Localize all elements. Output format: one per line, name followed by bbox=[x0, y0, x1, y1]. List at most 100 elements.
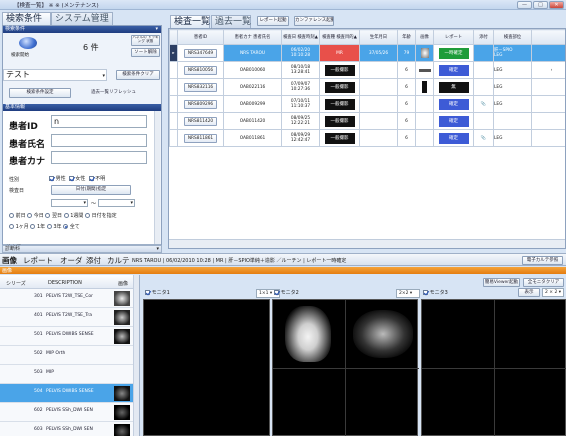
cell-extra: › bbox=[531, 61, 565, 79]
row-indicator bbox=[169, 112, 178, 130]
radio-prev-day[interactable] bbox=[9, 213, 14, 218]
simple-viewer-button[interactable]: 簡易Viewer起動 bbox=[483, 278, 520, 287]
series-list: シリーズ DESCRIPTION 画像 301 PELVIS T2W_TSE_Co… bbox=[0, 275, 140, 436]
sex-female-checkbox[interactable] bbox=[68, 176, 74, 181]
radio-three-years[interactable] bbox=[46, 224, 52, 229]
table-row[interactable]: NRS832116 OAB022116 07/09/07 10:27:36 一般撮… bbox=[169, 78, 565, 96]
date-range-button[interactable]: 日付(期間)指定 bbox=[51, 185, 131, 195]
radio-one-month[interactable] bbox=[9, 224, 14, 229]
basic-info-scrollbar[interactable] bbox=[154, 111, 160, 244]
sex-male-checkbox[interactable] bbox=[49, 176, 54, 181]
radio-one-week[interactable] bbox=[63, 213, 69, 218]
maximize-button[interactable]: □ bbox=[533, 1, 548, 9]
patient-id-input[interactable]: n bbox=[51, 115, 147, 128]
radio-next-day[interactable] bbox=[45, 213, 51, 218]
paperclip-icon[interactable]: 📎 bbox=[473, 95, 494, 113]
report-launch-button[interactable]: レポート起動 bbox=[257, 16, 289, 26]
header-attach[interactable]: 添付 bbox=[473, 29, 494, 45]
monitor-2-checkbox[interactable] bbox=[274, 290, 279, 295]
patient-kana-input[interactable] bbox=[51, 151, 147, 164]
exam-list-panel: 患者ID 患者カナ 患者氏名 検査日 検査時刻▲ 検査種 検査目的▲ 生年月日 … bbox=[168, 28, 566, 249]
cell-attach bbox=[473, 78, 494, 96]
tab-search-conditions[interactable]: 検索条件 bbox=[2, 12, 51, 25]
list-item[interactable]: 503 MIP bbox=[0, 365, 139, 384]
dock-panel-button[interactable]: パネルの ドッキング 状態 bbox=[131, 35, 160, 46]
radio-today[interactable] bbox=[27, 213, 33, 218]
list-item[interactable]: 401 PELVIS T2W_TSE_Tra bbox=[0, 308, 139, 327]
list-item[interactable]: 602 PELVIS SSh_DWI SEN bbox=[0, 403, 139, 422]
header-patient-id[interactable]: 患者ID bbox=[177, 29, 224, 45]
monitor-3-viewport[interactable] bbox=[421, 299, 566, 436]
conference-launch-button[interactable]: カンファレンス起動 bbox=[294, 16, 334, 26]
cell-patient-id: NRS811420 bbox=[177, 112, 224, 130]
clear-monitors-button[interactable]: 全モニタクリア bbox=[523, 278, 564, 287]
search-start-label[interactable]: 検索開始 bbox=[11, 52, 29, 58]
image-thumb-icon[interactable] bbox=[415, 78, 434, 96]
past-refresh-link[interactable]: 過去一覧リフレッシュ bbox=[91, 89, 136, 95]
search-start-icon[interactable] bbox=[19, 37, 37, 49]
header-patient-name[interactable]: 患者カナ 患者氏名 bbox=[223, 29, 282, 45]
cell-exam-date: 08/09/29 12:42:47 bbox=[281, 129, 320, 147]
tab-order[interactable]: オーダ bbox=[60, 255, 83, 266]
table-row[interactable]: NRS810056 OAB010060 08/10/18 13:28:41 一般撮… bbox=[169, 61, 565, 79]
paperclip-icon[interactable]: 📎 bbox=[473, 129, 494, 147]
monitor-3-checkbox[interactable] bbox=[423, 290, 428, 295]
image-thumb-icon[interactable] bbox=[415, 61, 434, 79]
image-thumb-icon[interactable] bbox=[415, 95, 434, 113]
radio-specify-date[interactable] bbox=[84, 213, 90, 218]
table-row[interactable]: NRS811420 OAB011420 08/09/25 12:22:21 一般撮… bbox=[169, 112, 565, 130]
cell-exam-date: 07/09/07 10:27:36 bbox=[281, 78, 320, 96]
minimize-button[interactable]: — bbox=[517, 1, 532, 9]
preset-select[interactable]: テスト ▾ bbox=[3, 69, 107, 81]
table-row[interactable]: NRS809296 OAB009299 07/10/11 11:10:37 一般撮… bbox=[169, 95, 565, 113]
header-exam-date[interactable]: 検査日 検査時刻▲ bbox=[281, 29, 320, 45]
image-thumb-icon[interactable] bbox=[415, 112, 434, 130]
sex-options: 男性 女性 不明 bbox=[49, 175, 105, 182]
date-to-select[interactable]: ▾ bbox=[98, 199, 135, 207]
list-item[interactable]: 603 PELVIS SSh_DWI SEN bbox=[0, 422, 139, 436]
list-item[interactable]: 301 PELVIS T2W_TSE_Cor bbox=[0, 289, 139, 308]
header-exam-site[interactable]: 検査部位 bbox=[493, 29, 532, 45]
monitor-3-toolbar: モニタ3 bbox=[421, 289, 516, 298]
monitor-1-viewport[interactable] bbox=[143, 299, 270, 436]
image-thumb-icon[interactable] bbox=[415, 129, 434, 147]
condition-clear-button[interactable]: 検索条件クリア bbox=[116, 70, 160, 80]
tab-past-list[interactable]: 過去一覧 bbox=[211, 15, 251, 28]
date-from-select[interactable]: ▾ bbox=[51, 199, 88, 207]
sort-clear-button[interactable]: ソート解除 bbox=[131, 48, 160, 57]
monitor-1-checkbox[interactable] bbox=[145, 290, 150, 295]
header-age[interactable]: 年齢 bbox=[397, 29, 416, 45]
sex-unknown-checkbox[interactable] bbox=[88, 176, 94, 181]
tab-attach[interactable]: 添付 bbox=[86, 255, 101, 266]
image-thumb-icon[interactable] bbox=[415, 44, 434, 62]
radio-all[interactable] bbox=[63, 224, 69, 229]
list-item[interactable]: 502 MIP Orth bbox=[0, 346, 139, 365]
tab-image[interactable]: 画像 bbox=[2, 255, 17, 266]
radio-one-year[interactable] bbox=[30, 224, 36, 229]
set-condition-button[interactable]: 検索条件設定 bbox=[9, 88, 71, 98]
series-scrollbar[interactable] bbox=[133, 275, 139, 436]
table-row[interactable]: ▸ NRS347649 NRS TAROU 06/02/20 10:10:28 M… bbox=[169, 44, 565, 62]
series-thumbnail bbox=[114, 310, 130, 325]
tab-system-management[interactable]: システム管理 bbox=[51, 12, 113, 25]
monitor-2-viewport[interactable] bbox=[272, 299, 419, 436]
tab-chart[interactable]: カルテ bbox=[107, 255, 130, 266]
table-hscrollbar[interactable] bbox=[169, 239, 565, 248]
list-item-selected[interactable]: 504 PELVIS DWIBS SENSE bbox=[0, 384, 139, 403]
display-button[interactable]: 表示 bbox=[518, 288, 540, 297]
header-birthdate[interactable]: 生年月日 bbox=[359, 29, 398, 45]
monitor-3-layout[interactable]: 2×2 ▾ bbox=[396, 289, 420, 298]
ekarte-button[interactable]: 電子カルテ参照 bbox=[522, 256, 563, 265]
list-item[interactable]: 501 PELVIS DWIBS SENSE bbox=[0, 327, 139, 346]
close-button[interactable]: ✕ bbox=[549, 1, 564, 9]
tab-report[interactable]: レポート bbox=[23, 255, 53, 266]
header-exam-type[interactable]: 検査種 検査目的▲ bbox=[319, 29, 360, 45]
display-layout-select[interactable]: 2 × 2 ▾ bbox=[542, 288, 564, 297]
header-report[interactable]: レポート bbox=[433, 29, 474, 45]
patient-name-input[interactable] bbox=[51, 134, 147, 147]
cell-age: 6 bbox=[397, 112, 416, 130]
modality-section[interactable]: 診断科 ▾ bbox=[2, 245, 162, 253]
table-row[interactable]: NRS811861 OAB011861 08/09/29 12:42:47 一般撮… bbox=[169, 129, 565, 147]
header-image[interactable]: 画像 bbox=[415, 29, 434, 45]
tab-exam-list[interactable]: 検査一覧 bbox=[170, 15, 210, 28]
